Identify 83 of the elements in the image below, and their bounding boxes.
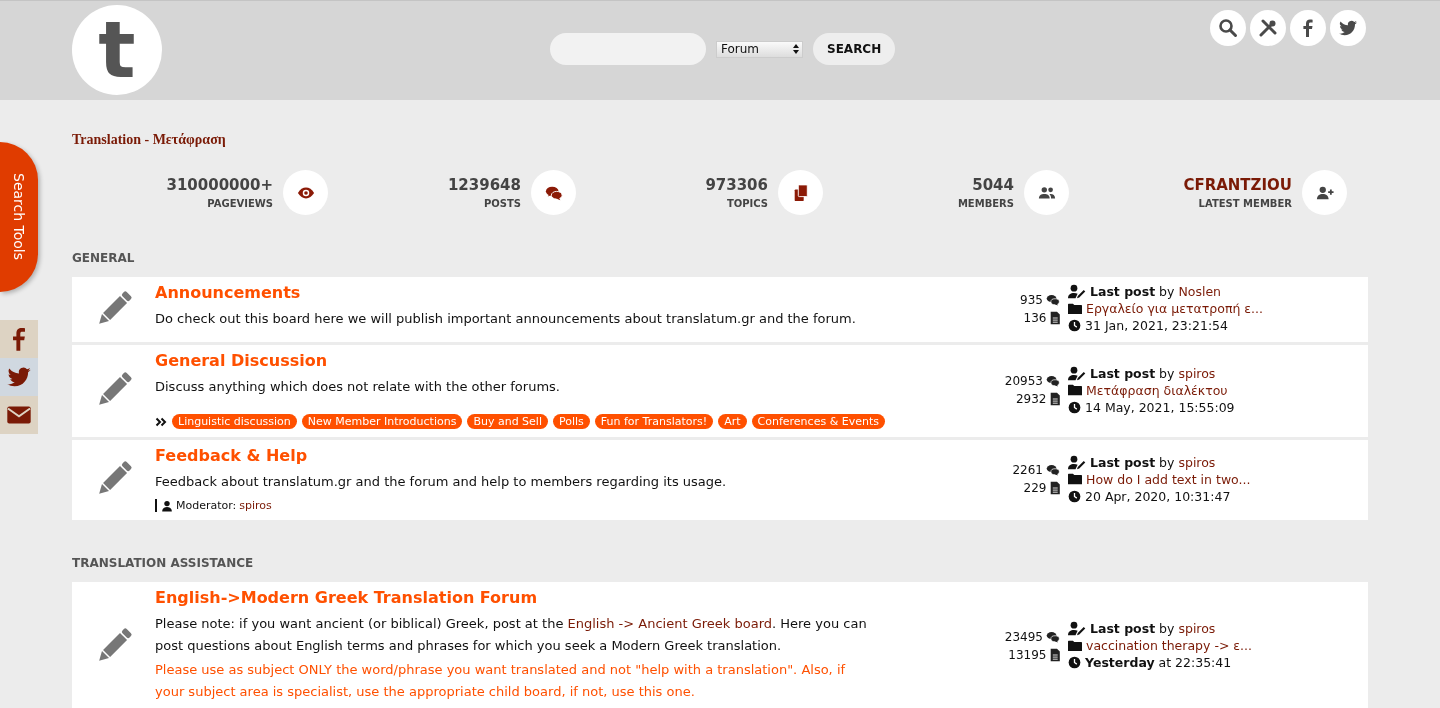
post-date: Yesterday at 22:35:41 [1085, 654, 1232, 671]
post-date: 20 Apr, 2020, 10:31:47 [1085, 487, 1231, 505]
stat-label: POSTS [483, 198, 521, 209]
user-link[interactable]: spiros [1178, 620, 1216, 637]
share-button[interactable] [0, 358, 38, 396]
moderator-link[interactable]: spiros [239, 499, 272, 512]
document-icon [1049, 392, 1060, 406]
speech-bubbles-icon [1046, 292, 1060, 307]
moderator-label: Moderator: [176, 499, 237, 512]
topic-link[interactable]: Εργαλείο για μετατροπή ε... [1086, 300, 1263, 317]
stat-value: 5044 [972, 176, 1014, 194]
share-button[interactable] [1330, 10, 1366, 46]
search-button[interactable] [1210, 10, 1246, 46]
up-down-arrows-icon [793, 44, 799, 54]
bird-icon [1338, 18, 1358, 38]
board-description: Please note: if you want ancient (or biblical) Greek, post at the English -> Ancient Greek board. Here you can post questions about English terms and phrases for which you seek a Modern Greek translation. [155, 615, 868, 655]
folder-icon [1068, 384, 1082, 396]
stat-value: 973306 [705, 176, 768, 194]
share-button[interactable] [0, 396, 38, 434]
clock-icon [1068, 489, 1081, 503]
tools-button[interactable] [1250, 10, 1286, 46]
stat-value: 310000000+ [166, 176, 273, 194]
last-post-label: Last post by [1090, 453, 1175, 471]
board-link[interactable]: English -> Ancient Greek board [567, 616, 772, 631]
tools-icon [1258, 18, 1278, 38]
stat-value: 1239648 [447, 176, 521, 194]
member-link[interactable]: CFRANTZIOU [1183, 176, 1292, 194]
topic-link[interactable]: vaccination therapy -> ε... [1086, 637, 1253, 654]
topic-count: 13195 [1008, 647, 1047, 662]
category-heading: GENERAL [72, 251, 136, 265]
search-icon [1218, 18, 1238, 38]
speech-bubbles-icon [1046, 374, 1060, 388]
last-post-label: Last post by [1090, 620, 1175, 637]
folder-icon [1068, 639, 1082, 652]
last-post-label: Last post by [1090, 364, 1175, 382]
share-button[interactable] [1290, 10, 1326, 46]
user-link[interactable]: spiros [1178, 453, 1216, 471]
topic-link[interactable]: How do I add text in two... [1086, 470, 1251, 488]
logo[interactable]: t [72, 5, 162, 95]
document-icon [1049, 310, 1060, 325]
user-pen-icon [1068, 621, 1086, 636]
post-count: 935 [1020, 292, 1043, 307]
post-date: 31 Jan, 2021, 23:21:54 [1085, 317, 1228, 334]
board-description: Discuss anything which does not relate with the other forums. [155, 378, 561, 396]
topic-count: 2932 [1015, 392, 1047, 406]
double-chevron-icon [155, 415, 167, 428]
stat-label: PAGEVIEWS [207, 198, 273, 209]
board-description: Do check out this board here we will publish important announcements about translatum.gr and the forum. [155, 310, 857, 328]
user-link[interactable]: spiros [1178, 364, 1216, 382]
user-link[interactable]: Noslen [1178, 283, 1222, 300]
board-description: Feedback about translatum.gr and the forum and help to members regarding its usage. [155, 473, 728, 491]
search-field[interactable] [550, 33, 706, 65]
search-tools-tab[interactable]: Search Tools [0, 142, 38, 292]
post-count: 2261 [1012, 463, 1043, 477]
board-notice: Please use as subject ONLY the word/phrase you want translated and not "help with a translation". Also, if your subject area is specialist, use the appropriate child board, if not, use this one. [155, 661, 847, 701]
user-pen-icon [1068, 454, 1086, 470]
stat-label: LATEST MEMBER [1198, 198, 1292, 209]
breadcrumb-link[interactable]: Translation - Μετάφραση [72, 132, 226, 148]
document-icon [1049, 481, 1060, 495]
topic-count: 229 [1023, 481, 1047, 495]
folder-icon [1068, 302, 1082, 315]
clock-icon [1068, 656, 1081, 669]
user-pen-icon [1068, 365, 1086, 381]
share-button[interactable] [0, 320, 38, 358]
stat-label: MEMBERS [957, 198, 1014, 209]
post-count: 23495 [1004, 629, 1043, 644]
post-date: 14 May, 2021, 15:55:09 [1085, 398, 1235, 416]
user-pen-icon [1068, 284, 1086, 299]
last-post-label: Last post by [1090, 283, 1175, 300]
stat-label: TOPICS [726, 198, 768, 209]
user-icon [161, 499, 173, 512]
topic-link[interactable]: Μετάφραση διαλέκτου [1086, 381, 1228, 399]
speech-bubbles-icon [1046, 629, 1060, 644]
scope-dropdown[interactable]: Forum [716, 40, 803, 58]
folder-icon [1068, 473, 1082, 485]
search-button[interactable]: SEARCH [813, 33, 896, 65]
clock-icon [1068, 400, 1081, 414]
topic-count: 136 [1023, 310, 1047, 325]
post-count: 20953 [1004, 374, 1043, 388]
document-icon [1049, 647, 1060, 662]
category-heading: TRANSLATION ASSISTANCE [72, 556, 255, 570]
clock-icon [1068, 319, 1081, 332]
speech-bubbles-icon [1046, 463, 1060, 477]
